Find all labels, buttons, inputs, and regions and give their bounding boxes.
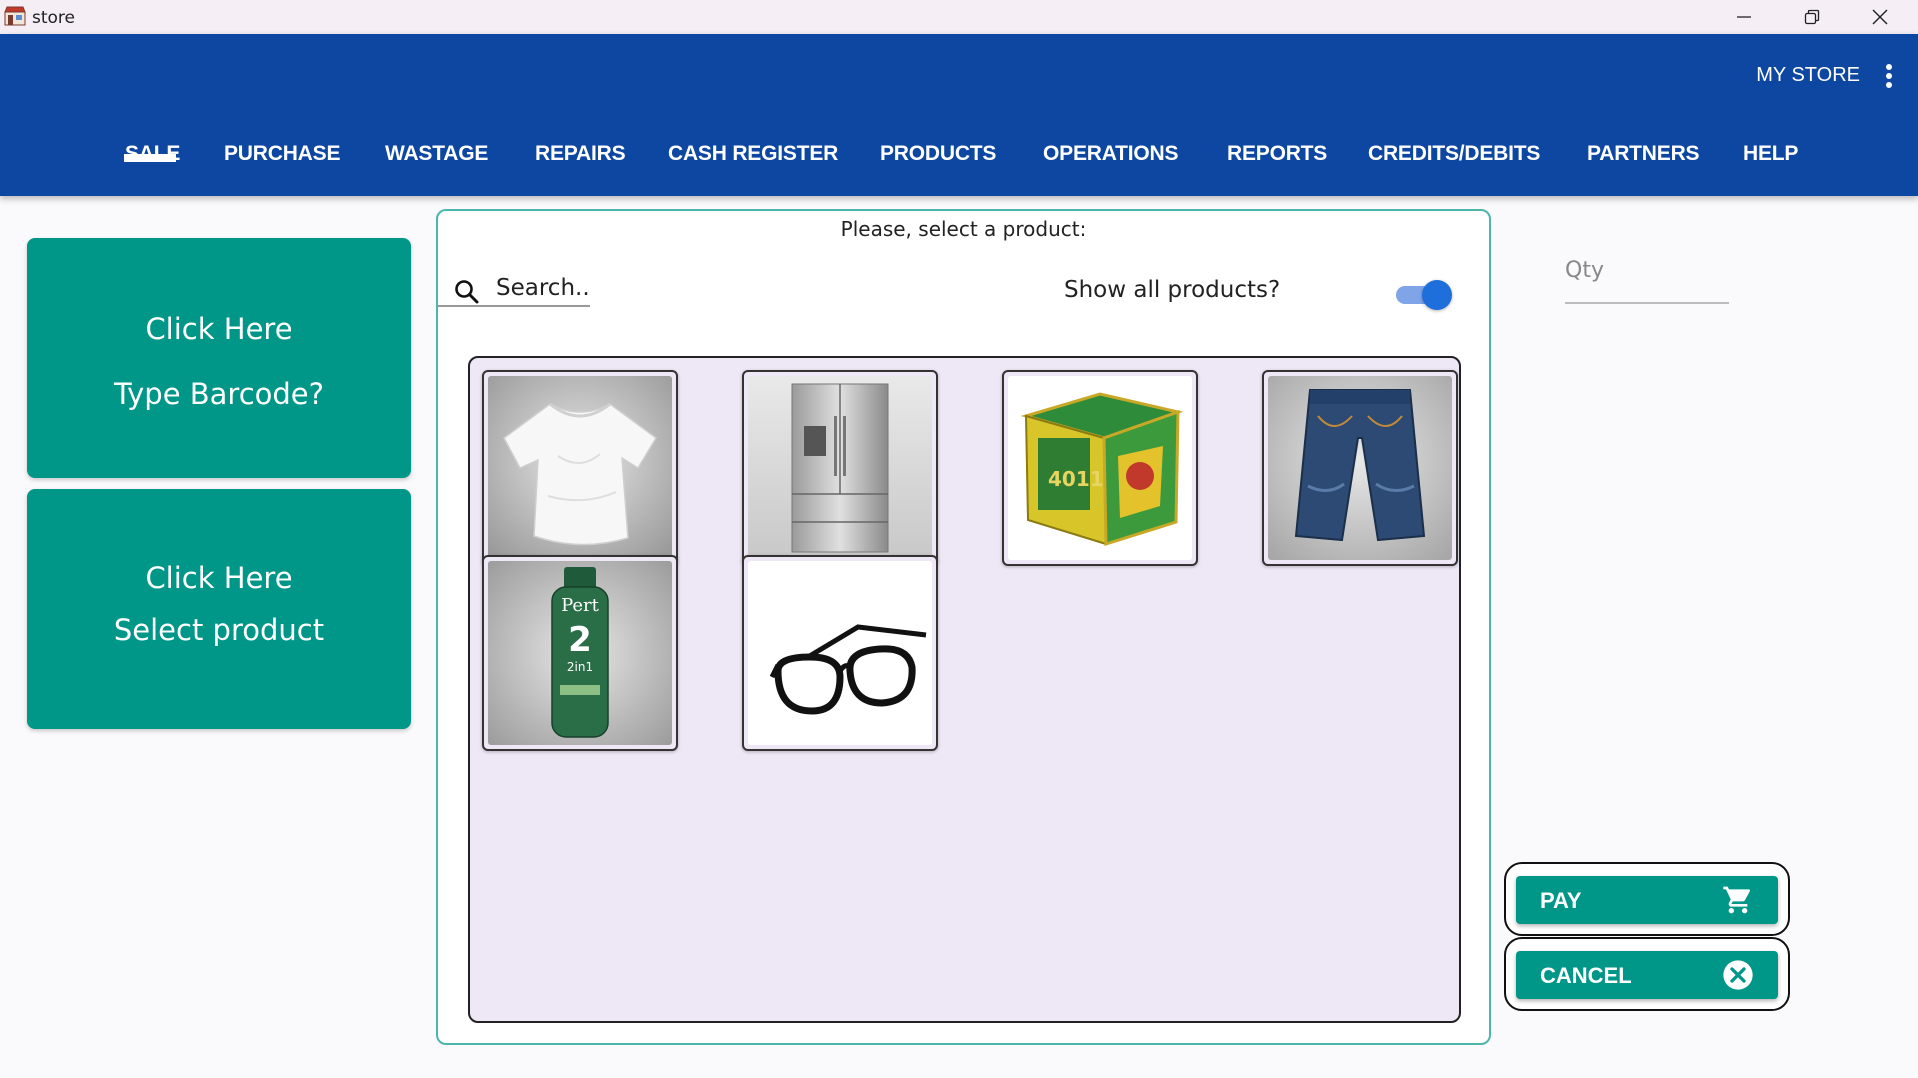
tab-wastage[interactable]: WASTAGE bbox=[385, 134, 488, 196]
main-tabs: SALE PURCHASE WASTAGE REPAIRS CASH REGIS… bbox=[0, 134, 1918, 196]
tab-repairs[interactable]: REPAIRS bbox=[535, 134, 626, 196]
close-button[interactable] bbox=[1846, 0, 1914, 34]
refrigerator-image bbox=[748, 376, 932, 560]
product-card-shampoo[interactable]: Pert 2 2in1 bbox=[482, 555, 678, 751]
shampoo-bottle-image: Pert 2 2in1 bbox=[488, 561, 672, 745]
product-card-refrigerator[interactable] bbox=[742, 370, 938, 566]
tab-partners[interactable]: PARTNERS bbox=[1587, 134, 1700, 196]
tshirt-image bbox=[488, 376, 672, 560]
pay-button-label: PAY bbox=[1540, 888, 1582, 913]
tab-purchase[interactable]: PURCHASE bbox=[224, 134, 340, 196]
cancel-button-frame: CANCEL bbox=[1504, 937, 1790, 1011]
minimize-icon bbox=[1737, 16, 1751, 18]
svg-text:2: 2 bbox=[568, 620, 592, 660]
svg-text:4011: 4011 bbox=[1048, 467, 1104, 491]
app-header: MY STORE SALE PURCHASE WASTAGE REPAIRS C… bbox=[0, 34, 1918, 196]
select-button-line1: Click Here bbox=[145, 561, 293, 595]
cancel-circle-icon bbox=[1723, 960, 1753, 990]
tab-credits-debits[interactable]: CREDITS/DEBITS bbox=[1368, 134, 1540, 196]
tea-box-image: 4011 bbox=[1008, 376, 1192, 560]
search-box[interactable] bbox=[438, 273, 590, 307]
store-name[interactable]: MY STORE bbox=[1756, 64, 1860, 87]
active-tab-indicator bbox=[124, 154, 176, 162]
qty-field[interactable] bbox=[1565, 250, 1729, 304]
type-barcode-button[interactable]: Click Here Type Barcode? bbox=[27, 238, 411, 478]
more-vert-icon[interactable] bbox=[1882, 62, 1896, 90]
qty-input[interactable] bbox=[1565, 250, 1729, 290]
product-grid: 4011 Pert 2 2in1 bbox=[468, 356, 1461, 1023]
tab-products[interactable]: PRODUCTS bbox=[880, 134, 996, 196]
store-app-icon bbox=[4, 6, 26, 26]
cancel-button-label: CANCEL bbox=[1540, 963, 1632, 988]
pay-button-frame: PAY bbox=[1504, 862, 1790, 936]
window-title: store bbox=[32, 8, 75, 28]
panel-title: Please, select a product: bbox=[840, 217, 1087, 241]
svg-text:Pert: Pert bbox=[561, 595, 600, 616]
product-card-eyeglasses[interactable] bbox=[742, 555, 938, 751]
product-card-jeans[interactable] bbox=[1262, 370, 1458, 566]
product-selection-panel: Please, select a product: Show all produ… bbox=[436, 209, 1491, 1045]
select-product-button[interactable]: Click Here Select product bbox=[27, 489, 411, 729]
select-button-line2: Select product bbox=[113, 613, 325, 647]
eyeglasses-image bbox=[748, 561, 932, 745]
pay-button[interactable]: PAY bbox=[1516, 876, 1778, 924]
svg-text:2in1: 2in1 bbox=[567, 660, 593, 674]
product-card-tshirt[interactable] bbox=[482, 370, 678, 566]
barcode-button-line1: Click Here bbox=[145, 312, 293, 346]
show-all-toggle[interactable] bbox=[1396, 279, 1452, 310]
tab-sale[interactable]: SALE bbox=[125, 134, 180, 196]
cancel-button[interactable]: CANCEL bbox=[1516, 951, 1778, 999]
restore-button[interactable] bbox=[1778, 0, 1846, 34]
restore-icon bbox=[1804, 9, 1820, 25]
shopping-cart-icon bbox=[1723, 886, 1751, 914]
show-all-label: Show all products? bbox=[1064, 277, 1281, 303]
tab-cash-register[interactable]: CASH REGISTER bbox=[668, 134, 838, 196]
tab-operations[interactable]: OPERATIONS bbox=[1043, 134, 1178, 196]
minimize-button[interactable] bbox=[1710, 0, 1778, 34]
product-card-tea-box[interactable]: 4011 bbox=[1002, 370, 1198, 566]
toggle-thumb bbox=[1422, 280, 1452, 310]
tab-help[interactable]: HELP bbox=[1743, 134, 1798, 196]
search-input[interactable] bbox=[496, 273, 588, 303]
title-bar: store bbox=[0, 0, 1918, 34]
tab-reports[interactable]: REPORTS bbox=[1227, 134, 1327, 196]
close-icon bbox=[1872, 9, 1888, 25]
jeans-image bbox=[1268, 376, 1452, 560]
barcode-button-line2: Type Barcode? bbox=[113, 377, 325, 411]
search-icon bbox=[455, 280, 479, 304]
